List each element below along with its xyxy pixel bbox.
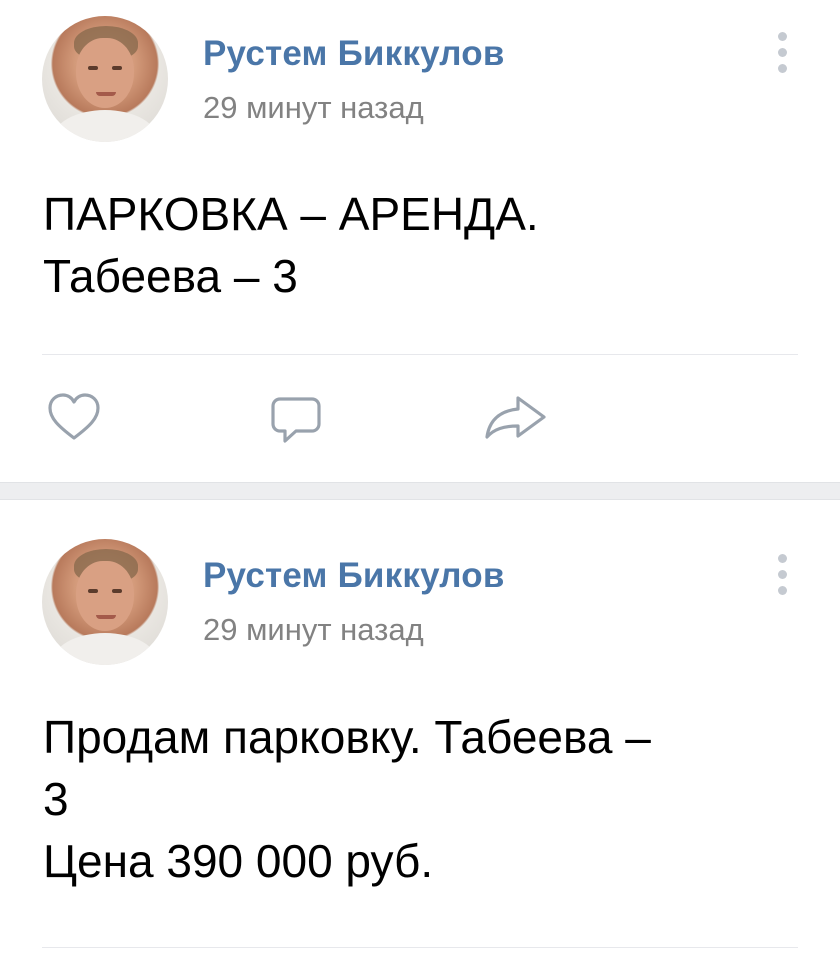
post-text-line: ПАРКОВКА – АРЕНДА. [43, 188, 539, 240]
like-button[interactable] [46, 392, 102, 442]
post-text-line: Продам парковку. Табеева – [43, 711, 651, 763]
divider [42, 354, 798, 355]
avatar[interactable] [42, 539, 168, 665]
share-icon [485, 396, 546, 439]
post-text: ПАРКОВКА – АРЕНДА. Табеева – 3 [43, 183, 804, 307]
feed-separator [0, 482, 840, 500]
more-vertical-icon[interactable] [772, 552, 792, 598]
post-card: Рустем Биккулов 29 минут назад Продам па… [0, 500, 840, 963]
more-vertical-icon[interactable] [772, 30, 792, 76]
post-card: Рустем Биккулов 29 минут назад ПАРКОВКА … [0, 0, 840, 482]
heart-icon [48, 393, 100, 440]
post-author-name[interactable]: Рустем Биккулов [203, 34, 505, 74]
share-button[interactable] [484, 394, 548, 442]
comment-icon [271, 397, 321, 443]
post-text-line: Цена 390 000 руб. [43, 835, 434, 887]
post-text-line: 3 [43, 773, 69, 825]
avatar[interactable] [42, 16, 168, 142]
post-text: Продам парковку. Табеева – 3 Цена 390 00… [43, 706, 804, 892]
post-timestamp[interactable]: 29 минут назад [203, 612, 424, 648]
post-author-name[interactable]: Рустем Биккулов [203, 556, 505, 596]
divider [42, 947, 798, 948]
post-timestamp[interactable]: 29 минут назад [203, 90, 424, 126]
comment-button[interactable] [270, 396, 322, 446]
post-text-line: Табеева – 3 [43, 250, 298, 302]
